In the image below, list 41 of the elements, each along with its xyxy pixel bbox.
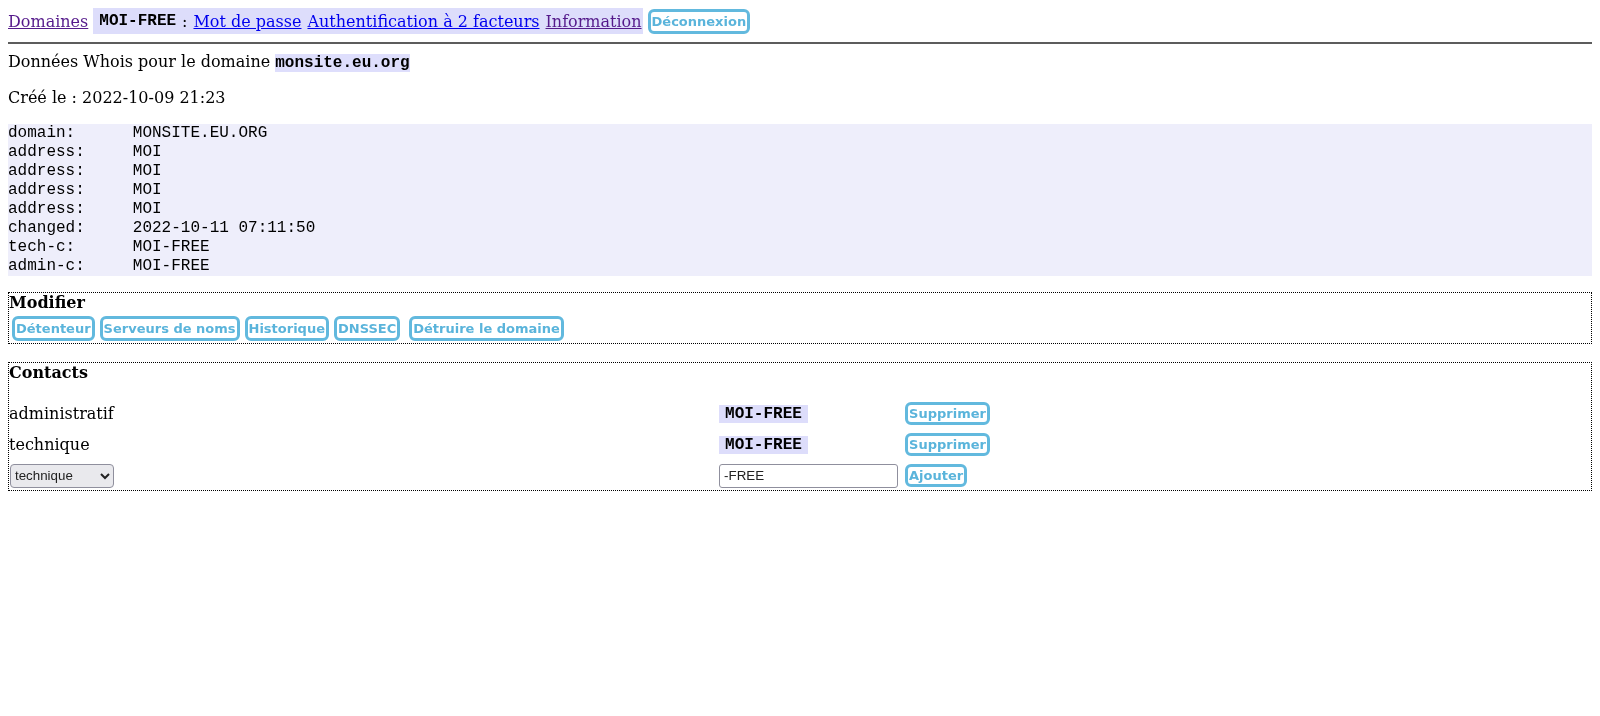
separator-text: : bbox=[182, 11, 188, 31]
whois-value: MOI bbox=[132, 181, 163, 200]
whois-value: MONSITE.EU.ORG bbox=[132, 124, 269, 143]
nav-link[interactable]: Mot de passe bbox=[193, 11, 302, 31]
whois-key: changed: bbox=[8, 219, 133, 238]
add-button[interactable]: Ajouter bbox=[905, 464, 968, 487]
panel-title: Contacts bbox=[9, 363, 89, 382]
delete-button[interactable]: Supprimer bbox=[905, 402, 990, 425]
panel-title: Modifier bbox=[9, 293, 86, 312]
whois-value: MOI-FREE bbox=[132, 238, 211, 257]
whois-value: MOI bbox=[132, 162, 163, 181]
whois-value: MOI bbox=[132, 200, 163, 219]
whois-key: address: bbox=[8, 181, 133, 200]
whois-key: admin-c: bbox=[8, 257, 133, 276]
handle-input[interactable]: -FREE bbox=[719, 463, 899, 488]
whois-heading: Données Whois pour le domaine monsite.eu.org bbox=[8, 52, 411, 73]
whois-value: MOI bbox=[132, 143, 163, 162]
nav-link[interactable]: Information bbox=[545, 11, 642, 31]
action-button[interactable]: Historique bbox=[244, 316, 329, 341]
action-button[interactable]: Serveurs de noms bbox=[99, 316, 240, 341]
created-date: Créé le : 2022-10-09 21:23 bbox=[8, 88, 227, 107]
whois-value: 2022-10-11 07:11:50 bbox=[132, 219, 317, 238]
delete-button[interactable]: Supprimer bbox=[905, 433, 990, 456]
contact-handle: MOI-FREE bbox=[719, 404, 808, 423]
nav-link[interactable]: Domaines bbox=[8, 11, 89, 31]
whois-key: domain: bbox=[8, 124, 133, 143]
whois-key: tech-c: bbox=[8, 238, 133, 257]
contact-role: technique bbox=[9, 435, 90, 454]
contact-handle: MOI-FREE bbox=[719, 435, 808, 454]
logout-button[interactable]: Déconnexion bbox=[647, 8, 751, 34]
destroy-button[interactable]: Détruire le domaine bbox=[409, 316, 564, 341]
whois-key: address: bbox=[8, 162, 133, 181]
contact-role: administratif bbox=[9, 404, 114, 423]
action-button[interactable]: DNSSEC bbox=[334, 316, 401, 341]
whois-key: address: bbox=[8, 200, 133, 219]
action-button[interactable]: Détenteur bbox=[12, 316, 95, 341]
nav-link[interactable]: Authentification à 2 facteurs bbox=[307, 11, 540, 31]
whois-value: MOI-FREE bbox=[132, 257, 211, 276]
contact-type-select[interactable]: technique bbox=[10, 463, 114, 488]
whois-key: address: bbox=[8, 143, 133, 162]
account-handle: MOI-FREE bbox=[99, 11, 177, 31]
